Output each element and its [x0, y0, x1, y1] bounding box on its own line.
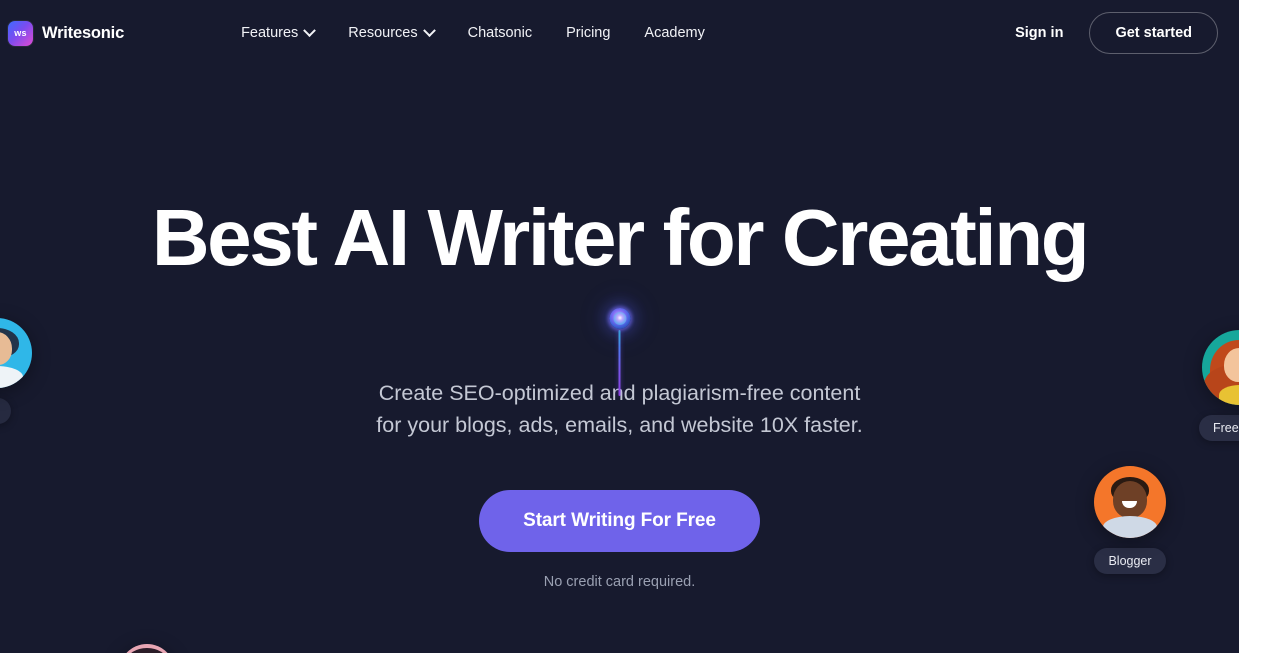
hero-section: Best AI Writer for Creating Create SEO-o… — [0, 66, 1239, 653]
nav-item-resources-label: Resources — [348, 25, 418, 41]
page-right-margin — [1239, 0, 1270, 653]
nav-item-academy-label: Academy — [644, 25, 705, 41]
avatar-left-edge: r — [0, 318, 32, 424]
hero-canvas: ws Writesonic Features Resources Chatson… — [0, 0, 1239, 653]
get-started-button[interactable]: Get started — [1089, 12, 1218, 54]
avatar-label-blogger: Blogger — [1094, 548, 1166, 574]
brand-logo[interactable]: ws Writesonic — [8, 20, 125, 46]
avatar-label-left-edge: r — [0, 398, 12, 424]
top-navigation-bar: ws Writesonic Features Resources Chatson… — [0, 0, 1239, 66]
sign-in-link[interactable]: Sign in — [1011, 19, 1067, 47]
hero-subtitle-line-2: for your blogs, ads, emails, and website… — [376, 412, 863, 437]
cursor-line — [618, 330, 621, 396]
brand-name-label: Writesonic — [42, 23, 125, 42]
chevron-down-icon — [303, 23, 317, 37]
ai-cursor-wand — [609, 308, 630, 396]
writesonic-logo-icon: ws — [8, 20, 33, 46]
nav-item-resources[interactable]: Resources — [331, 17, 450, 49]
avatar-label-freelancer: Freelancer — [1199, 415, 1239, 441]
ai-orb-icon — [609, 308, 630, 329]
nav-item-pricing-label: Pricing — [566, 25, 611, 41]
avatar-face-illustration — [1094, 466, 1166, 538]
nav-item-chatsonic[interactable]: Chatsonic — [451, 17, 549, 49]
avatar-image-blogger — [1094, 466, 1166, 538]
logo-mark-text: ws — [14, 28, 27, 38]
no-credit-card-note: No credit card required. — [543, 574, 696, 591]
avatar-face-illustration — [1202, 330, 1239, 405]
avatar-image-freelancer — [1202, 330, 1239, 405]
nav-item-academy[interactable]: Academy — [627, 17, 721, 49]
avatar-image-bottom-edge — [119, 644, 175, 653]
avatar-blogger: Blogger — [1094, 466, 1166, 574]
avatar-freelancer: Freelancer — [1193, 330, 1239, 441]
avatar-image-left-edge — [0, 318, 32, 388]
nav-item-features[interactable]: Features — [224, 17, 331, 49]
landing-page: ws Writesonic Features Resources Chatson… — [0, 0, 1270, 653]
chevron-down-icon — [422, 23, 436, 37]
nav-item-features-label: Features — [241, 25, 299, 41]
page-title: Best AI Writer for Creating — [151, 193, 1090, 282]
start-writing-for-free-button[interactable]: Start Writing For Free — [479, 490, 760, 553]
nav-actions: Sign in Get started — [1011, 12, 1218, 54]
avatar-face-illustration — [0, 318, 32, 388]
nav-item-pricing[interactable]: Pricing — [549, 17, 627, 49]
avatar-face-illustration — [119, 644, 175, 653]
avatar-bottom-edge — [119, 644, 175, 653]
nav-links: Features Resources Chatsonic Pricing Aca… — [224, 17, 722, 49]
nav-item-chatsonic-label: Chatsonic — [467, 25, 533, 41]
